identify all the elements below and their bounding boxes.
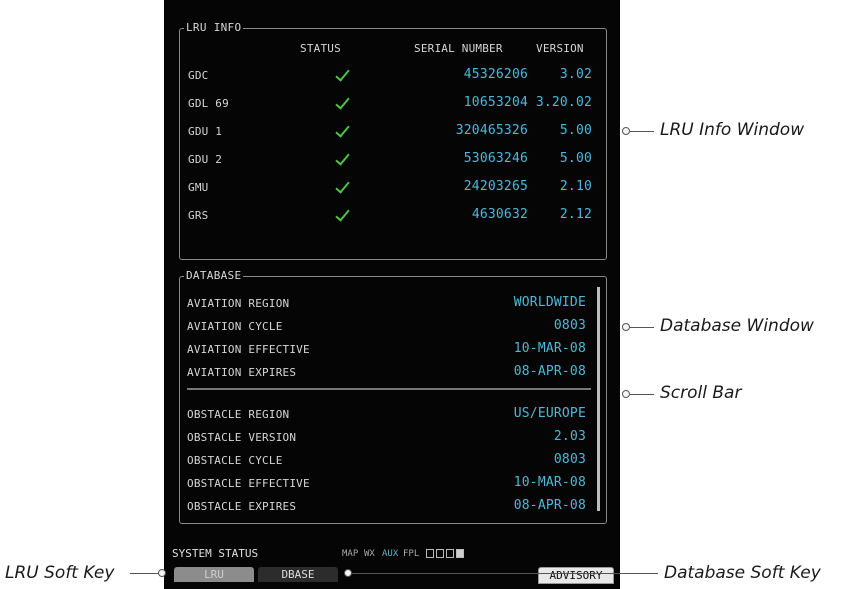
db-value: 10-MAR-08 (513, 475, 586, 490)
page-group-map: MAP (342, 549, 359, 559)
db-label: OBSTACLE EXPIRES (187, 500, 297, 513)
scroll-bar-callout: Scroll Bar (660, 383, 742, 403)
lru-window-callout-dot (622, 127, 630, 135)
page-group-aux: AUX (382, 549, 399, 559)
lru-name: GDU 1 (188, 125, 223, 138)
page-group-fpl: FPL (403, 549, 420, 559)
lru-name: GMU (188, 181, 209, 194)
database-window-leader (630, 327, 654, 328)
lru-softkey[interactable]: LRU (174, 567, 254, 582)
scroll-bar-callout-dot (622, 390, 630, 398)
db-label: OBSTACLE CYCLE (187, 454, 283, 467)
db-label: AVIATION EXPIRES (187, 366, 297, 379)
database-softkey-leader (352, 573, 658, 574)
checkmark-icon (335, 181, 344, 195)
checkmark-icon (335, 69, 344, 83)
lru-serial: 320465326 (455, 123, 528, 138)
checkmark-icon (335, 209, 344, 223)
page-indicator (436, 549, 444, 558)
lru-serial: 53063246 (463, 151, 528, 166)
scroll-bar-leader (630, 394, 654, 395)
database-title: DATABASE (184, 269, 244, 282)
db-value: 08-APR-08 (513, 364, 586, 379)
version-header: VERSION (536, 42, 584, 55)
page-indicator (426, 549, 434, 558)
system-status-title: SYSTEM STATUS (172, 547, 259, 560)
db-label: AVIATION CYCLE (187, 320, 283, 333)
db-label: AVIATION EFFECTIVE (187, 343, 310, 356)
checkmark-icon (335, 153, 344, 167)
db-label: OBSTACLE REGION (187, 408, 290, 421)
database-window-callout: Database Window (660, 316, 814, 336)
lru-name: GDU 2 (188, 153, 223, 166)
db-value: 2.03 (553, 429, 586, 444)
lru-name: GRS (188, 209, 209, 222)
db-label: AVIATION REGION (187, 297, 290, 310)
lru-version: 3.20.02 (535, 95, 592, 110)
database-softkey-callout-dot (344, 569, 352, 577)
lru-version: 3.02 (559, 67, 592, 82)
scroll-bar[interactable] (597, 287, 600, 511)
serial-number-header: SERIAL NUMBER (414, 42, 503, 55)
page-indicator (446, 549, 454, 558)
database-window-callout-dot (622, 323, 630, 331)
page-group-wx: WX (364, 549, 375, 559)
lru-softkey-callout-dot (158, 569, 166, 577)
checkmark-icon (335, 97, 344, 111)
db-value: 10-MAR-08 (513, 341, 586, 356)
lru-softkey-callout: LRU Soft Key (5, 563, 115, 583)
db-value: 0803 (553, 318, 586, 333)
db-label: OBSTACLE EFFECTIVE (187, 477, 310, 490)
db-value: US/EUROPE (513, 406, 586, 421)
db-value: 0803 (553, 452, 586, 467)
lru-serial: 4630632 (471, 207, 528, 222)
status-header: STATUS (300, 42, 341, 55)
lru-version: 5.00 (559, 151, 592, 166)
page-indicator-active (456, 549, 464, 558)
checkmark-icon (335, 125, 344, 139)
lru-info-window: LRU INFO STATUS SERIAL NUMBER VERSION GD… (179, 21, 607, 260)
database-window: DATABASE AVIATION REGION WORLDWIDE AVIAT… (179, 269, 607, 524)
db-label: OBSTACLE VERSION (187, 431, 297, 444)
lru-version: 2.10 (559, 179, 592, 194)
lru-name: GDC (188, 69, 209, 82)
lru-window-leader (630, 131, 654, 132)
section-divider (187, 388, 591, 390)
advisory-softkey[interactable]: ADVISORY (538, 567, 614, 584)
lru-info-title: LRU INFO (184, 21, 244, 34)
lru-softkey-leader (130, 573, 160, 574)
lru-serial: 24203265 (463, 179, 528, 194)
lru-serial: 45326206 (463, 67, 528, 82)
database-softkey-callout: Database Soft Key (664, 563, 821, 583)
lru-name: GDL 69 (188, 97, 229, 110)
dbase-softkey[interactable]: DBASE (258, 567, 338, 582)
db-value: WORLDWIDE (513, 295, 586, 310)
lru-version: 5.00 (559, 123, 592, 138)
lru-window-callout: LRU Info Window (660, 120, 805, 140)
db-value: 08-APR-08 (513, 498, 586, 513)
lru-serial: 10653204 (463, 95, 528, 110)
lru-version: 2.12 (559, 207, 592, 222)
system-status-screen: LRU INFO STATUS SERIAL NUMBER VERSION GD… (164, 0, 620, 589)
